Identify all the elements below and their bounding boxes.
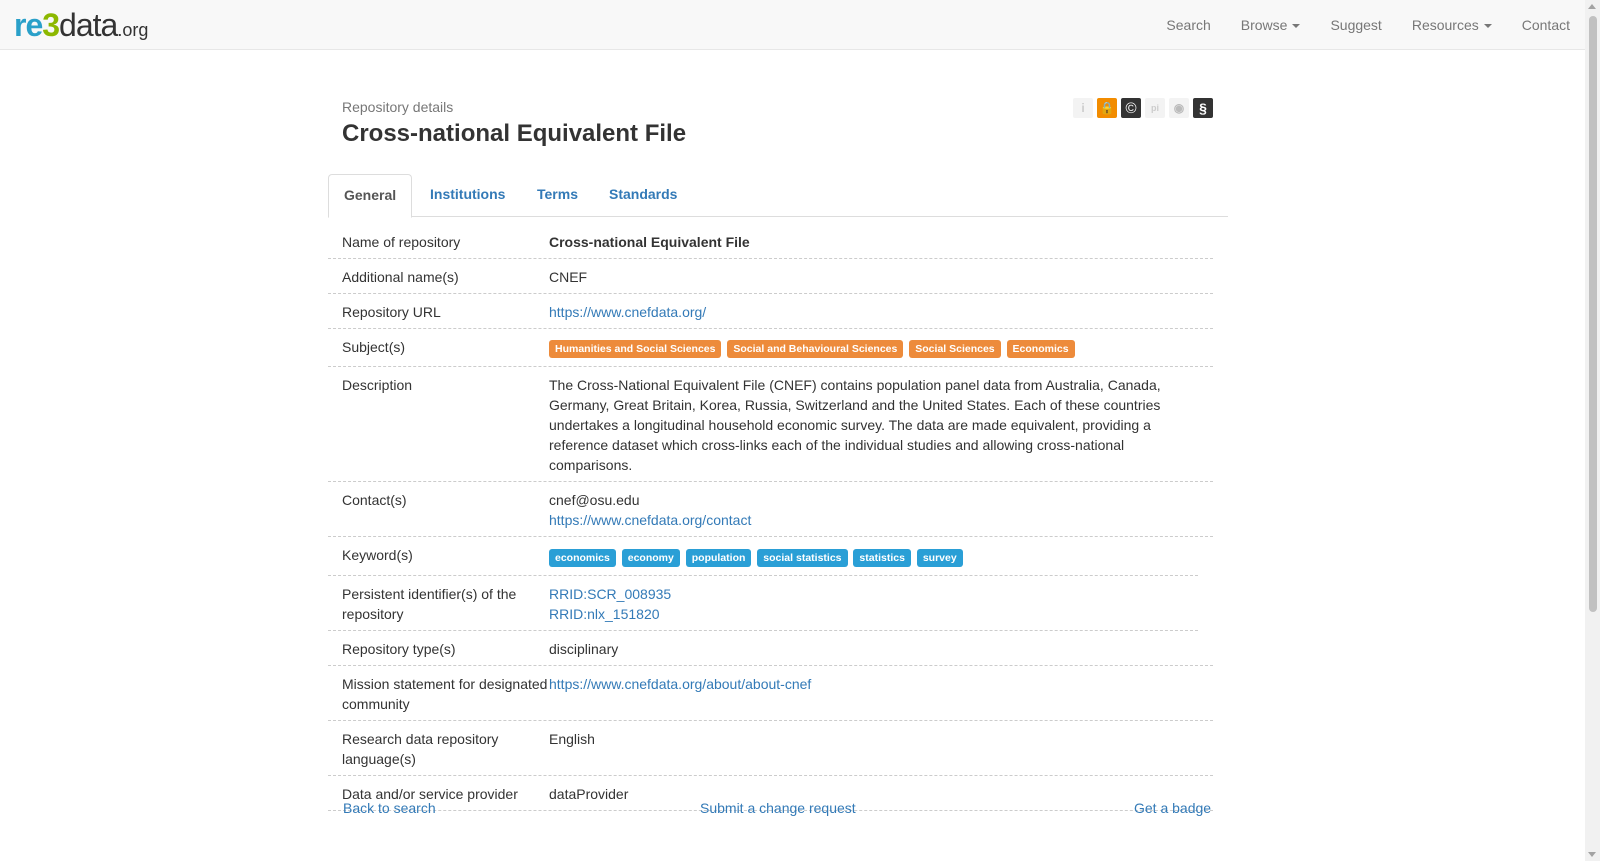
pid-icon[interactable]: pi — [1145, 98, 1165, 118]
chevron-down-icon — [1292, 24, 1301, 29]
keyword-tag[interactable]: economics — [549, 548, 616, 567]
row-value: The Cross-National Equivalent File (CNEF… — [549, 377, 1161, 474]
keyword-tag[interactable]: economy — [621, 548, 680, 567]
row-value: English — [549, 730, 595, 747]
table-row: Repository type(s) disciplinary — [328, 631, 1213, 666]
contact-email: cnef@osu.edu — [549, 492, 640, 509]
row-label: Contact(s) — [342, 492, 407, 509]
keyword-tag[interactable]: population — [685, 548, 752, 567]
scroll-up-arrow-icon[interactable] — [1588, 4, 1596, 9]
main-nav: Search Browse Suggest Resources Contact — [1151, 0, 1585, 50]
logo-org: .org — [117, 20, 149, 40]
repository-badges: i 🔒 © pi ◉ § — [1073, 98, 1213, 118]
table-row: Persistent identifier(s) of the reposito… — [328, 576, 1198, 631]
repository-url-link[interactable]: https://www.cnefdata.org/ — [549, 304, 706, 320]
chevron-down-icon — [1483, 24, 1492, 29]
subject-tag[interactable]: Economics — [1006, 340, 1075, 359]
row-value: disciplinary — [549, 640, 619, 657]
row-value: Cross-national Equivalent File — [549, 234, 750, 250]
logo-data: data — [59, 7, 118, 43]
table-row: Keyword(s) economics economy population … — [328, 537, 1198, 576]
row-label: Research data repository language(s) — [342, 730, 499, 767]
row-value: CNEF — [549, 269, 588, 285]
tab-institutions[interactable]: Institutions — [415, 174, 520, 217]
nav-resources[interactable]: Resources — [1397, 0, 1507, 50]
table-row: Additional name(s) CNEF — [328, 259, 1213, 294]
nav-suggest[interactable]: Suggest — [1315, 0, 1396, 50]
table-row: Mission statement for designated communi… — [328, 666, 1213, 721]
subject-tag[interactable]: Social and Behavioural Sciences — [727, 340, 904, 359]
table-row: Research data repository language(s) Eng… — [328, 721, 1213, 776]
scrollbar[interactable] — [1585, 0, 1600, 861]
tab-general[interactable]: General — [328, 174, 413, 218]
table-row: Repository URL https://www.cnefdata.org/ — [328, 294, 1213, 329]
row-label: Repository URL — [342, 304, 441, 320]
subject-tag[interactable]: Social Sciences — [909, 340, 1001, 359]
submit-change-request-link[interactable]: Submit a change request — [700, 800, 856, 816]
row-value: RRID:SCR_008935 RRID:nlx_151820 — [549, 584, 1198, 624]
row-label: Name of repository — [342, 234, 461, 250]
scrollbar-thumb[interactable] — [1589, 16, 1597, 612]
subject-tags: Humanities and Social Sciences Social an… — [549, 337, 1213, 360]
keyword-tag[interactable]: survey — [916, 548, 963, 567]
contact-url-link[interactable]: https://www.cnefdata.org/contact — [549, 512, 751, 528]
row-label: Keyword(s) — [342, 547, 413, 564]
tab-terms[interactable]: Terms — [522, 174, 593, 217]
table-row: Description The Cross-National Equivalen… — [328, 367, 1213, 483]
pid-link[interactable]: RRID:nlx_151820 — [549, 604, 1178, 624]
logo-re: re — [14, 7, 43, 43]
back-to-search-link[interactable]: Back to search — [343, 800, 436, 816]
scroll-down-arrow-icon[interactable] — [1588, 852, 1596, 857]
tab-bar: General Institutions Terms Standards — [328, 174, 1228, 218]
get-badge-link[interactable]: Get a badge — [1134, 800, 1211, 816]
lock-icon[interactable]: 🔒 — [1097, 98, 1117, 118]
info-icon[interactable]: i — [1073, 98, 1093, 118]
row-label: Persistent identifier(s) of the reposito… — [342, 585, 517, 622]
row-value: cnef@osu.edu https://www.cnefdata.org/co… — [549, 490, 1213, 530]
row-value: dataProvider — [549, 785, 629, 802]
row-label: Description — [342, 377, 413, 394]
nav-resources-label: Resources — [1411, 17, 1479, 33]
copyright-icon[interactable]: © — [1121, 98, 1141, 118]
nav-contact[interactable]: Contact — [1507, 0, 1585, 50]
keyword-tag[interactable]: social statistics — [757, 548, 848, 567]
nav-search[interactable]: Search — [1151, 0, 1225, 50]
row-label: Repository type(s) — [342, 640, 456, 657]
nav-browse-label: Browse — [1240, 17, 1288, 33]
policy-icon[interactable]: § — [1193, 98, 1213, 118]
row-label: Additional name(s) — [342, 269, 459, 285]
row-label: Mission statement for designated communi… — [342, 675, 548, 712]
mission-link[interactable]: https://www.cnefdata.org/about/about-cne… — [549, 676, 811, 692]
table-row: Name of repository Cross-national Equiva… — [328, 231, 1213, 259]
keyword-tags: economics economy population social stat… — [549, 545, 1198, 568]
pid-link[interactable]: RRID:SCR_008935 — [549, 584, 1178, 604]
page-title: Cross-national Equivalent File — [342, 120, 687, 147]
subject-tag[interactable]: Humanities and Social Sciences — [549, 340, 722, 359]
site-logo[interactable]: re3data.org — [14, 7, 148, 43]
row-value: https://www.cnefdata.org/ — [549, 302, 1213, 322]
row-label: Subject(s) — [342, 339, 406, 355]
details-table: Name of repository Cross-national Equiva… — [328, 231, 1213, 811]
certificate-icon[interactable]: ◉ — [1169, 98, 1189, 118]
navbar: re3data.org Search Browse Suggest Resour… — [0, 0, 1585, 50]
row-value: https://www.cnefdata.org/about/about-cne… — [549, 674, 1213, 714]
logo-three: 3 — [42, 7, 60, 43]
page-subtitle: Repository details — [342, 99, 454, 115]
table-row: Contact(s) cnef@osu.edu https://www.cnef… — [328, 482, 1213, 538]
tab-standards[interactable]: Standards — [594, 174, 692, 217]
keyword-tag[interactable]: statistics — [853, 548, 911, 567]
table-row: Subject(s) Humanities and Social Science… — [328, 329, 1213, 368]
nav-browse[interactable]: Browse — [1226, 0, 1316, 50]
